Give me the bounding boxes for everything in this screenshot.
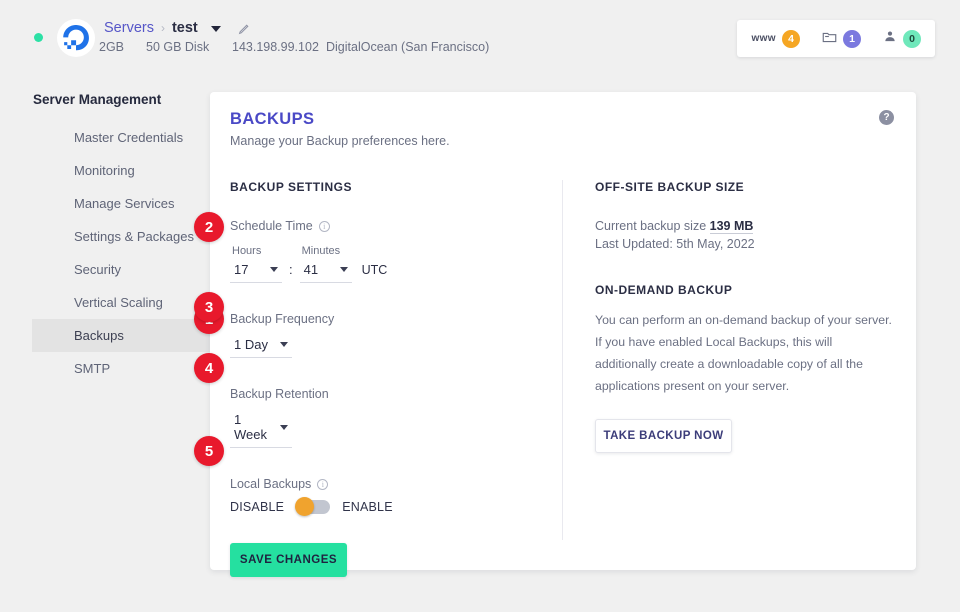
last-updated: Last Updated: 5th May, 2022 (595, 237, 755, 251)
breadcrumb-servers-link[interactable]: Servers (104, 20, 154, 36)
sidebar-item-vertical-scaling[interactable]: Vertical Scaling (32, 286, 210, 319)
backup-settings-column: BACKUP SETTINGS Schedule Time i Hours 17… (230, 180, 550, 577)
current-backup-size-label: Current backup size (595, 219, 707, 233)
sidebar-item-master-credentials[interactable]: Master Credentials (32, 121, 210, 154)
info-circle-icon[interactable]: i (317, 478, 329, 490)
hours-group: Hours 17 (230, 245, 282, 283)
offsite-ondemand-column: OFF-SITE BACKUP SIZE Current backup size… (595, 180, 895, 453)
sidebar-title: Server Management (33, 92, 162, 107)
hours-caption: Hours (232, 245, 262, 257)
on-demand-backup-description: You can perform an on-demand backup of y… (595, 313, 892, 393)
marker-5: 5 (194, 436, 224, 466)
sidebar: Server Management Master Credentials Mon… (0, 92, 210, 385)
backup-frequency-value: 1 Day (234, 337, 268, 352)
badge-user[interactable]: 0 (883, 29, 921, 48)
top-bar: Servers › test 2GB 50 GB Disk 143.198.99… (0, 0, 960, 74)
local-backups-label: Local Backups i (230, 477, 550, 491)
on-demand-backup-heading: ON-DEMAND BACKUP (595, 283, 733, 297)
minutes-caption: Minutes (301, 245, 341, 257)
backup-retention-label: Backup Retention (230, 387, 329, 401)
local-backups-toggle-row: DISABLE ENABLE (230, 497, 550, 516)
app-root: Servers › test 2GB 50 GB Disk 143.198.99… (0, 0, 960, 612)
server-meta: 2GB 50 GB Disk 143.198.99.102 DigitalOce… (99, 40, 719, 60)
backups-card: BACKUPS Manage your Backup preferences h… (210, 92, 916, 577)
chevron-down-icon (339, 267, 348, 272)
sidebar-item-backups[interactable]: Backups (32, 319, 210, 352)
chevron-down-icon[interactable] (210, 26, 221, 32)
time-separator: : (289, 262, 293, 277)
chevron-down-icon (280, 342, 288, 347)
badge-database[interactable]: 1 (822, 29, 861, 48)
schedule-time-label: Schedule Time i (230, 219, 550, 233)
backup-retention-select[interactable]: 1 Week (230, 412, 292, 448)
sidebar-item-monitoring[interactable]: Monitoring (32, 154, 210, 187)
marker-4: 4 (194, 353, 224, 383)
user-icon (883, 30, 897, 48)
chevron-down-icon (280, 424, 288, 430)
badge-database-count: 1 (843, 29, 861, 48)
marker-3: 3 (194, 292, 224, 322)
hours-select[interactable]: 17 (230, 262, 282, 283)
sidebar-item-manage-services[interactable]: Manage Services (32, 187, 210, 220)
badge-www-label: www (751, 33, 776, 44)
toggle-enable-label[interactable]: ENABLE (342, 500, 393, 514)
server-provider: DigitalOcean (San Francisco) (326, 40, 490, 54)
offsite-backup-size-heading: OFF-SITE BACKUP SIZE (595, 180, 745, 194)
pencil-icon[interactable] (238, 22, 251, 35)
server-status-dot (34, 33, 43, 42)
toggle-disable-label[interactable]: DISABLE (230, 500, 284, 514)
column-divider (562, 180, 563, 540)
help-circle-icon[interactable]: ? (879, 110, 894, 125)
backup-frequency-select[interactable]: 1 Day (230, 337, 292, 358)
timezone-label: UTC (361, 263, 388, 277)
take-backup-now-button[interactable]: TAKE BACKUP NOW (595, 419, 732, 453)
header-badges: www 4 1 0 (737, 20, 935, 57)
breadcrumb-separator: › (160, 21, 165, 35)
badge-www-count: 4 (782, 29, 800, 48)
minutes-value: 41 (303, 262, 319, 277)
toggle-knob (295, 497, 315, 516)
backup-settings-heading: BACKUP SETTINGS (230, 180, 352, 194)
hours-value: 17 (234, 262, 249, 277)
page-title: BACKUPS (230, 110, 315, 128)
info-circle-icon[interactable]: i (318, 220, 330, 232)
sidebar-item-smtp[interactable]: SMTP (32, 352, 210, 385)
badge-user-count: 0 (903, 29, 921, 48)
schedule-time-controls: Hours 17 : Minutes 41 UTC (230, 245, 550, 283)
server-ram: 2GB (99, 40, 125, 54)
server-ip: 143.198.99.102 (232, 40, 319, 54)
backup-frequency-label: Backup Frequency (230, 312, 335, 326)
breadcrumb: Servers › test (104, 20, 251, 36)
save-changes-button[interactable]: SAVE CHANGES (230, 543, 347, 577)
badge-www[interactable]: www 4 (751, 29, 800, 48)
breadcrumb-server-name: test (171, 20, 198, 36)
database-icon (822, 30, 837, 48)
minutes-select[interactable]: 41 (299, 262, 352, 283)
minutes-group: Minutes 41 (299, 245, 352, 283)
current-backup-size-row: Current backup size 139 MB (595, 219, 895, 234)
page-subtitle: Manage your Backup preferences here. (230, 134, 450, 148)
marker-2: 2 (194, 212, 224, 242)
backup-retention-value: 1 Week (234, 412, 267, 442)
chevron-down-icon (270, 267, 278, 272)
local-backups-toggle[interactable] (295, 497, 331, 516)
server-disk: 50 GB Disk (146, 40, 210, 54)
current-backup-size-value: 139 MB (709, 219, 754, 234)
sidebar-item-settings-packages[interactable]: Settings & Packages (32, 220, 210, 253)
digitalocean-logo-icon (57, 19, 95, 57)
sidebar-item-security[interactable]: Security (32, 253, 210, 286)
